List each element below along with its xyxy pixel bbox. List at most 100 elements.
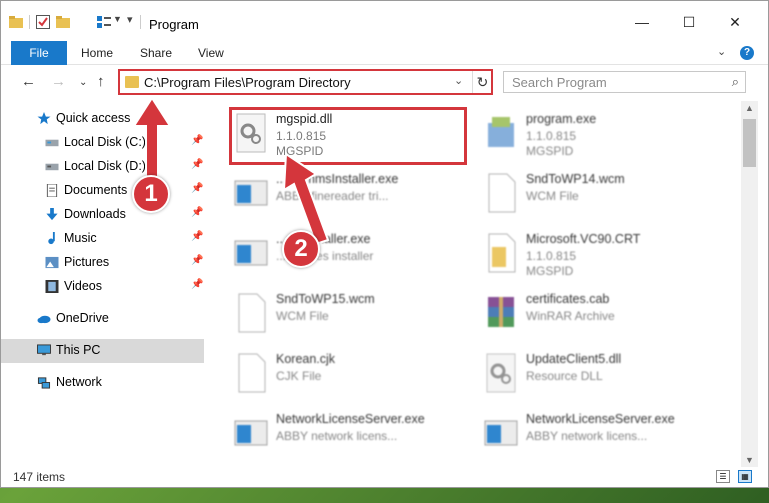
file-description: CJK File [276, 369, 322, 383]
file-item-networklicenseserver-2[interactable]: NetworkLicenseServer.exe ABBY network li… [480, 407, 710, 463]
title-bar: ▼ ▾ Program — ☐ ✕ [1, 1, 768, 41]
exe-window-icon [234, 180, 268, 206]
tab-share[interactable]: Share [140, 41, 172, 65]
recent-locations-chevron-icon[interactable]: ⌄ [79, 77, 87, 88]
cloud-icon [37, 315, 51, 324]
file-item-sndtowp14[interactable]: SndToWP14.wcm WCM File [480, 167, 710, 223]
new-folder-icon[interactable] [56, 15, 70, 29]
folder-icon [125, 76, 139, 88]
music-note-icon [48, 232, 55, 245]
blank-file-icon [488, 173, 516, 213]
address-dropdown-icon[interactable]: ⌄ [454, 74, 463, 87]
dll-gear-icon [486, 353, 516, 393]
file-name: Microsoft.VC90.CRT [526, 232, 641, 246]
video-film-icon [45, 280, 59, 293]
monitor-icon [37, 344, 51, 356]
sidebar-item-label: Quick access [56, 111, 131, 125]
drive-icon [45, 139, 59, 147]
window-title: Program [149, 17, 199, 32]
file-name: Korean.cjk [276, 352, 336, 366]
customize-dropdown-icon[interactable]: ▼ [113, 14, 122, 24]
sidebar-item-label: Pictures [64, 255, 110, 269]
help-icon[interactable]: ? [740, 46, 754, 60]
sidebar-item-network[interactable]: Network [1, 371, 204, 395]
documents-icon [46, 184, 58, 197]
back-arrow-icon[interactable]: ← [21, 73, 36, 90]
tiles-view-icon[interactable]: ▦ [738, 470, 752, 483]
sidebar-item-onedrive[interactable]: OneDrive [1, 307, 204, 331]
expand-ribbon-chevron-icon[interactable]: ⌄ [717, 45, 726, 58]
close-button[interactable]: ✕ [724, 11, 746, 33]
annotation-badge-2: 2 [282, 230, 320, 268]
properties-checkmark-icon[interactable] [36, 15, 50, 29]
maximize-button[interactable]: ☐ [678, 11, 700, 33]
sidebar-item-pictures[interactable]: Pictures 📌 [1, 251, 204, 275]
search-input[interactable]: Search Program ⌕ [503, 71, 746, 93]
search-icon[interactable]: ⌕ [732, 74, 739, 90]
installer-exe-icon [488, 117, 514, 147]
vertical-scrollbar[interactable]: ▲ ▼ [741, 101, 758, 467]
blank-file-icon [238, 353, 266, 393]
file-name: UpdateClient5.dll [526, 352, 622, 366]
annotation-badge-1: 1 [132, 175, 170, 213]
sidebar-item-label: Downloads [64, 207, 126, 221]
file-description: Resource DLL [526, 369, 603, 383]
download-arrow-icon [46, 208, 58, 221]
sidebar-item-music[interactable]: Music 📌 [1, 227, 204, 251]
file-item-programs-installer[interactable]: ...grammsInstaller.exe ABBY finereader t… [230, 167, 460, 223]
sidebar-item-label: Documents [64, 183, 128, 197]
file-name: SndToWP15.wcm [276, 292, 375, 306]
tab-file[interactable]: File [11, 41, 67, 65]
up-arrow-icon[interactable]: ↑ [97, 73, 105, 90]
sidebar-item-label: Music [64, 231, 97, 245]
file-company: MGSPID [526, 264, 574, 278]
ribbon-tabs: File Home Share View ⌄ ? [1, 41, 768, 65]
winrar-archive-icon [488, 297, 514, 327]
details-view-icon[interactable]: ☰ [716, 470, 730, 483]
star-icon [37, 112, 51, 125]
navigation-bar: ← → ⌄ ↑ C:\Program Files\Program Directo… [1, 65, 768, 101]
folder-file-icon [488, 233, 516, 273]
file-item-microsoft-vc90-crt[interactable]: Microsoft.VC90.CRT 1.1.0.815 MGSPID [480, 227, 710, 283]
minimize-button[interactable]: — [631, 11, 653, 33]
address-bar[interactable]: C:\Program Files\Program Directory ⌄ ↻ [118, 69, 493, 95]
tab-home[interactable]: Home [81, 41, 113, 65]
drive-icon [45, 163, 59, 171]
sidebar-item-label: OneDrive [56, 311, 109, 325]
file-item-update-installer[interactable]: ...ateInstaller.exe ...updates installer [230, 227, 460, 283]
pin-icon: 📌 [191, 255, 204, 266]
file-name: program.exe [526, 112, 597, 126]
file-description: WCM File [276, 309, 329, 323]
file-item-korean-cjk[interactable]: Korean.cjk CJK File [230, 347, 460, 403]
refresh-icon[interactable]: ↻ [472, 71, 492, 93]
view-options-icon[interactable] [97, 15, 111, 29]
file-description: ABBY network licens... [526, 429, 648, 443]
file-version: 1.1.0.815 [526, 249, 577, 263]
file-item-program-exe[interactable]: program.exe 1.1.0.815 MGSPID [480, 107, 710, 163]
quick-access-dropdown-icon[interactable]: ▾ [127, 13, 133, 26]
scrollbar-thumb[interactable] [743, 119, 756, 167]
file-item-networklicenseserver[interactable]: NetworkLicenseServer.exe ABBY network li… [230, 407, 460, 463]
sidebar-item-label: Network [56, 375, 102, 389]
blank-file-icon [238, 293, 266, 333]
tab-view[interactable]: View [198, 41, 224, 65]
file-item-updateclient5-dll[interactable]: UpdateClient5.dll Resource DLL [480, 347, 710, 403]
file-item-sndtowp15[interactable]: SndToWP15.wcm WCM File [230, 287, 460, 343]
folder-icon [9, 16, 23, 28]
file-item-certificates-cab[interactable]: certificates.cab WinRAR Archive [480, 287, 710, 343]
scroll-down-icon[interactable]: ▼ [745, 455, 754, 465]
sidebar-item-videos[interactable]: Videos 📌 [1, 275, 204, 299]
address-path[interactable]: C:\Program Files\Program Directory [144, 75, 351, 90]
item-count: 147 items [13, 470, 66, 484]
navigation-pane: Quick access Local Disk (C:) 📌 Local Dis… [1, 101, 206, 467]
sidebar-item-downloads[interactable]: Downloads 📌 [1, 203, 204, 227]
forward-arrow-icon[interactable]: → [51, 73, 66, 90]
sidebar-item-this-pc[interactable]: This PC [1, 339, 204, 363]
network-icon [37, 377, 51, 389]
scroll-up-icon[interactable]: ▲ [745, 103, 754, 113]
pin-icon: 📌 [191, 135, 204, 146]
sidebar-item-label: This PC [56, 343, 101, 357]
pin-icon: 📌 [191, 279, 204, 290]
pin-icon: 📌 [191, 207, 204, 218]
explorer-window: ▼ ▾ Program — ☐ ✕ File Home Share View ⌄… [0, 0, 769, 488]
